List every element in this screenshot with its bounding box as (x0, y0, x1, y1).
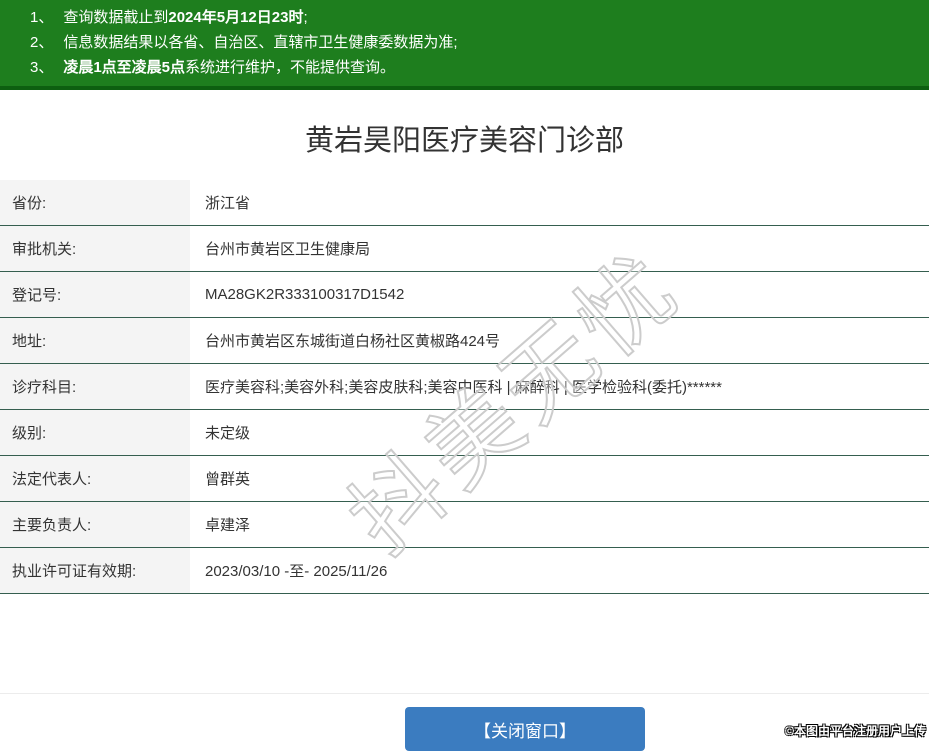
notice-text: 信息数据结果以各省、自治区、直辖市卫生健康委数据为准; (63, 34, 457, 51)
row-label: 审批机关: (0, 226, 190, 271)
row-value: 卓建泽 (190, 502, 250, 547)
notice-text: 凌晨1点至凌晨5点 (63, 59, 185, 76)
row-value: 2023/03/10 -至- 2025/11/26 (190, 548, 387, 593)
notice-number: 3、 (30, 59, 53, 76)
table-row: 主要负责人:卓建泽 (0, 502, 929, 548)
row-value: 医疗美容科;美容外科;美容皮肤科;美容中医科 | 麻醉科 | 医学检验科(委托)… (190, 364, 722, 409)
upload-credit: ©本图由平台注册用户上传 (785, 722, 926, 739)
notice-item: 1、查询数据截止到2024年5月12日23时; (0, 5, 929, 30)
table-row: 审批机关:台州市黄岩区卫生健康局 (0, 226, 929, 272)
notice-text: ; (303, 9, 307, 26)
row-label: 登记号: (0, 272, 190, 317)
row-value: 浙江省 (190, 180, 250, 225)
row-value: 未定级 (190, 410, 250, 455)
notice-text: 2024年5月12日23时 (168, 9, 303, 26)
notice-item: 3、凌晨1点至凌晨5点系统进行维护，不能提供查询。 (0, 55, 929, 80)
table-row: 执业许可证有效期:2023/03/10 -至- 2025/11/26 (0, 548, 929, 594)
notice-bar: 1、查询数据截止到2024年5月12日23时;2、信息数据结果以各省、自治区、直… (0, 0, 929, 90)
notice-list: 1、查询数据截止到2024年5月12日23时;2、信息数据结果以各省、自治区、直… (0, 5, 929, 80)
page-title: 黄岩昊阳医疗美容门诊部 (0, 125, 929, 158)
notice-number: 2、 (30, 34, 53, 51)
row-label: 主要负责人: (0, 502, 190, 547)
row-value: 台州市黄岩区卫生健康局 (190, 226, 370, 271)
row-label: 级别: (0, 410, 190, 455)
notice-text: 查询数据截止到 (63, 9, 168, 26)
table-row: 法定代表人:曾群英 (0, 456, 929, 502)
table-row: 登记号:MA28GK2R333100317D1542 (0, 272, 929, 318)
notice-number: 1、 (30, 9, 53, 26)
row-label: 法定代表人: (0, 456, 190, 501)
table-row: 级别:未定级 (0, 410, 929, 456)
detail-table: 省份:浙江省审批机关:台州市黄岩区卫生健康局登记号:MA28GK2R333100… (0, 180, 929, 594)
close-window-button[interactable]: 【关闭窗口】 (405, 707, 645, 751)
table-row: 诊疗科目:医疗美容科;美容外科;美容皮肤科;美容中医科 | 麻醉科 | 医学检验… (0, 364, 929, 410)
notice-item: 2、信息数据结果以各省、自治区、直辖市卫生健康委数据为准; (0, 30, 929, 55)
row-value: MA28GK2R333100317D1542 (190, 272, 404, 317)
row-label: 执业许可证有效期: (0, 548, 190, 593)
notice-text: 系统进行维护，不能提供查询。 (185, 59, 395, 76)
table-row: 地址:台州市黄岩区东城街道白杨社区黄椒路424号 (0, 318, 929, 364)
row-value: 曾群英 (190, 456, 250, 501)
row-label: 省份: (0, 180, 190, 225)
table-row: 省份:浙江省 (0, 180, 929, 226)
row-label: 地址: (0, 318, 190, 363)
row-value: 台州市黄岩区东城街道白杨社区黄椒路424号 (190, 318, 500, 363)
row-label: 诊疗科目: (0, 364, 190, 409)
